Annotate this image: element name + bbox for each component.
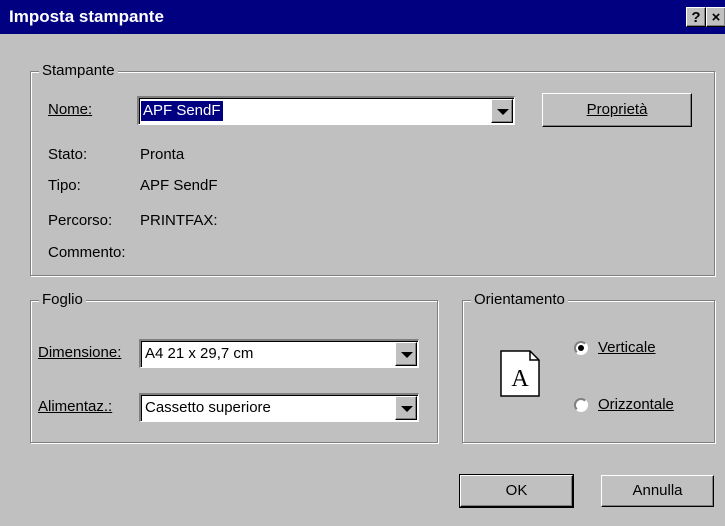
chevron-down-icon[interactable] — [395, 396, 417, 420]
type-label: Tipo: — [48, 177, 81, 194]
chevron-down-icon[interactable] — [491, 99, 513, 123]
paper-size-value: A4 21 x 29,7 cm — [145, 345, 254, 362]
path-value: PRINTFAX: — [140, 212, 218, 229]
comment-label: Commento: — [48, 244, 126, 261]
paper-source-label: Alimentaz.: — [38, 398, 113, 415]
landscape-label[interactable]: Orizzontale — [598, 396, 674, 414]
help-button[interactable]: ? — [686, 7, 706, 27]
status-label: Stato: — [48, 146, 88, 163]
printer-group-label: Stampante — [39, 62, 118, 80]
type-value: APF SendF — [140, 177, 218, 194]
paper-size-label: Dimensione: — [38, 344, 122, 361]
chevron-down-icon[interactable] — [395, 342, 417, 366]
printer-name-select[interactable]: APF SendF — [137, 96, 515, 125]
paper-source-value: Cassetto superiore — [145, 399, 271, 416]
page-portrait-icon: A — [500, 350, 540, 397]
page-preview-letter: A — [511, 366, 529, 392]
orientation-group-label: Orientamento — [471, 291, 568, 309]
paper-size-select[interactable]: A4 21 x 29,7 cm — [139, 339, 419, 368]
close-button[interactable]: × — [706, 7, 725, 27]
window-title: Imposta stampante — [9, 7, 164, 26]
help-icon: ? — [691, 9, 701, 26]
printer-name-label: Nome: — [48, 101, 93, 118]
paper-group-label: Foglio — [39, 291, 86, 309]
properties-button[interactable]: Proprietà — [542, 93, 692, 127]
status-value: Pronta — [140, 146, 185, 163]
cancel-button[interactable]: Annulla — [601, 475, 714, 507]
close-icon: × — [711, 9, 721, 26]
title-bar: Imposta stampante ? × — [0, 0, 725, 34]
paper-source-select[interactable]: Cassetto superiore — [139, 393, 419, 422]
ok-button[interactable]: OK — [459, 474, 574, 508]
landscape-radio[interactable] — [574, 398, 588, 412]
printer-name-value: APF SendF — [140, 100, 224, 122]
portrait-radio[interactable] — [574, 341, 588, 355]
portrait-label[interactable]: Verticale — [598, 339, 656, 357]
path-label: Percorso: — [48, 212, 113, 229]
